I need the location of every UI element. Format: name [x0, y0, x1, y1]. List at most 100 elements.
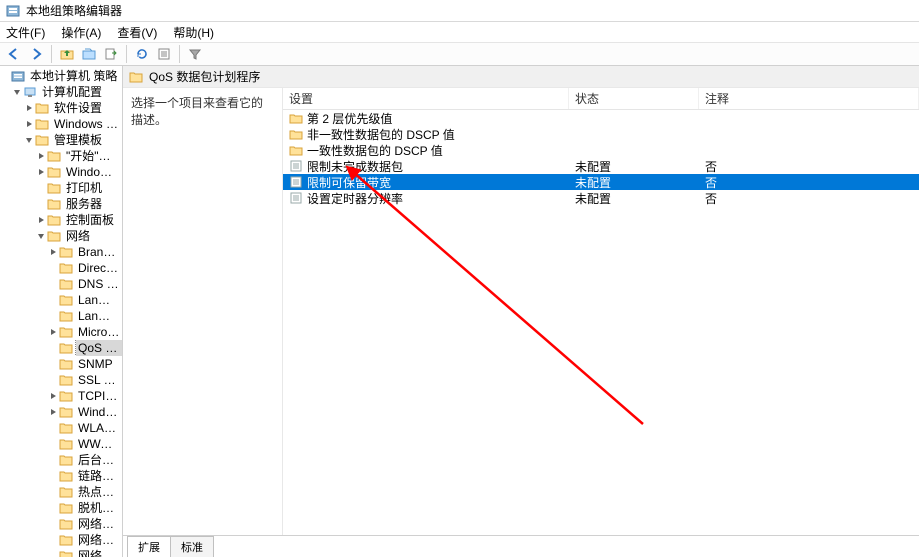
tree-label: 网络连接	[76, 532, 122, 548]
folder-icon	[11, 70, 25, 82]
tree-item[interactable]: WLAN 服务	[0, 420, 122, 436]
back-button[interactable]	[4, 44, 24, 64]
expand-icon[interactable]	[48, 407, 58, 417]
expand-icon[interactable]	[36, 199, 46, 209]
expand-icon[interactable]	[48, 295, 58, 305]
expand-icon[interactable]	[48, 471, 58, 481]
tree-item[interactable]: 网络隔离	[0, 516, 122, 532]
menu-action[interactable]: 操作(A)	[61, 24, 101, 41]
expand-icon[interactable]	[48, 551, 58, 557]
expand-icon[interactable]	[12, 87, 22, 97]
list-row[interactable]: 非一致性数据包的 DSCP 值	[283, 126, 919, 142]
list-panel[interactable]: 设置 状态 注释 第 2 层优先级值非一致性数据包的 DSCP 值一致性数据包的…	[283, 88, 919, 535]
main-panel: QoS 数据包计划程序 选择一个项目来查看它的描述。 设置 状态 注释 第 2 …	[123, 66, 919, 557]
tree-item[interactable]: 热点身份验证	[0, 484, 122, 500]
tree-item[interactable]: Lanman 服务器	[0, 292, 122, 308]
col-name[interactable]: 设置	[283, 88, 569, 109]
expand-icon[interactable]	[48, 423, 58, 433]
folder-icon	[289, 127, 303, 141]
expand-icon[interactable]	[48, 311, 58, 321]
tree-item[interactable]: 网络	[0, 228, 122, 244]
forward-button[interactable]	[26, 44, 46, 64]
tree-item[interactable]: SSL 配置设置	[0, 372, 122, 388]
tab-standard[interactable]: 标准	[170, 536, 214, 557]
expand-icon[interactable]	[48, 519, 58, 529]
expand-icon[interactable]	[36, 231, 46, 241]
expand-icon[interactable]	[48, 263, 58, 273]
tree-item[interactable]: TCPIP 设置	[0, 388, 122, 404]
tree-item[interactable]: "开始"菜单和任务栏	[0, 148, 122, 164]
properties-button[interactable]	[154, 44, 174, 64]
path-title: QoS 数据包计划程序	[149, 68, 260, 85]
expand-icon[interactable]	[36, 183, 46, 193]
expand-icon[interactable]	[48, 343, 58, 353]
tree-root[interactable]: 本地计算机 策略	[0, 68, 122, 84]
tree-item[interactable]: 管理模板	[0, 132, 122, 148]
tree-sidebar[interactable]: 本地计算机 策略计算机配置软件设置Windows 设置管理模板"开始"菜单和任务…	[0, 66, 123, 557]
expand-icon[interactable]	[48, 391, 58, 401]
list-row[interactable]: 第 2 层优先级值	[283, 110, 919, 126]
tree-label: WLAN 服务	[76, 420, 122, 436]
expand-icon[interactable]	[36, 167, 46, 177]
tree-item[interactable]: 打印机	[0, 180, 122, 196]
expand-icon[interactable]	[48, 247, 58, 257]
refresh-button[interactable]	[132, 44, 152, 64]
expand-icon[interactable]	[24, 119, 34, 129]
tree-item[interactable]: Windows 设置	[0, 116, 122, 132]
tree-label: WWAN 服务	[76, 436, 122, 452]
tree-item[interactable]: BranchCache	[0, 244, 122, 260]
expand-icon[interactable]	[48, 503, 58, 513]
tree-item[interactable]: 网络连接状态指示器	[0, 548, 122, 557]
tree-item[interactable]: 网络连接	[0, 532, 122, 548]
list-header[interactable]: 设置 状态 注释	[283, 88, 919, 110]
expand-icon[interactable]	[24, 135, 34, 145]
list-row[interactable]: 设置定时器分辨率未配置否	[283, 190, 919, 206]
expand-icon[interactable]	[48, 327, 58, 337]
expand-icon[interactable]	[48, 455, 58, 465]
expand-icon[interactable]	[0, 71, 10, 81]
tree-item[interactable]: SNMP	[0, 356, 122, 372]
expand-icon[interactable]	[48, 487, 58, 497]
expand-icon[interactable]	[48, 439, 58, 449]
tree-item[interactable]: Windows 组件	[0, 164, 122, 180]
recent-button[interactable]	[79, 44, 99, 64]
list-row[interactable]: 一致性数据包的 DSCP 值	[283, 142, 919, 158]
menu-file[interactable]: 文件(F)	[6, 24, 45, 41]
tree-item[interactable]: 服务器	[0, 196, 122, 212]
tree-label: SNMP	[76, 356, 115, 372]
tree-item[interactable]: DirectAccess	[0, 260, 122, 276]
tree-item[interactable]: 软件设置	[0, 100, 122, 116]
tree-item[interactable]: 控制面板	[0, 212, 122, 228]
tree-item[interactable]: Lanman 工作站	[0, 308, 122, 324]
tree-item[interactable]: 后台智能传输服务	[0, 452, 122, 468]
expand-icon[interactable]	[24, 103, 34, 113]
folder-up-button[interactable]	[57, 44, 77, 64]
expand-icon[interactable]	[48, 375, 58, 385]
expand-icon[interactable]	[36, 215, 46, 225]
export-button[interactable]	[101, 44, 121, 64]
title-bar: 本地组策略编辑器	[0, 0, 919, 22]
tree-item[interactable]: DNS 客户端	[0, 276, 122, 292]
tree-item[interactable]: QoS 数据包计划程序	[0, 340, 122, 356]
tree-item[interactable]: WWAN 服务	[0, 436, 122, 452]
col-state[interactable]: 状态	[569, 88, 699, 109]
expand-icon[interactable]	[36, 151, 46, 161]
col-comment[interactable]: 注释	[699, 88, 919, 109]
tree-item[interactable]: 脱机文件	[0, 500, 122, 516]
list-row[interactable]: 限制未完成数据包未配置否	[283, 158, 919, 174]
menu-view[interactable]: 查看(V)	[117, 24, 157, 41]
filter-button[interactable]	[185, 44, 205, 64]
expand-icon[interactable]	[48, 359, 58, 369]
tree-item[interactable]: 链路层拓扑发现	[0, 468, 122, 484]
setting-icon	[289, 159, 303, 173]
expand-icon[interactable]	[48, 279, 58, 289]
menu-help[interactable]: 帮助(H)	[173, 24, 214, 41]
app-icon	[6, 4, 20, 18]
list-row[interactable]: 限制可保留带宽未配置否	[283, 174, 919, 190]
tree-item[interactable]: Microsoft 对等网络服务	[0, 324, 122, 340]
tree-computer-config[interactable]: 计算机配置	[0, 84, 122, 100]
expand-icon[interactable]	[48, 535, 58, 545]
tab-extended[interactable]: 扩展	[127, 536, 171, 557]
folder-icon	[59, 246, 73, 258]
tree-item[interactable]: Windows 连接管理器	[0, 404, 122, 420]
